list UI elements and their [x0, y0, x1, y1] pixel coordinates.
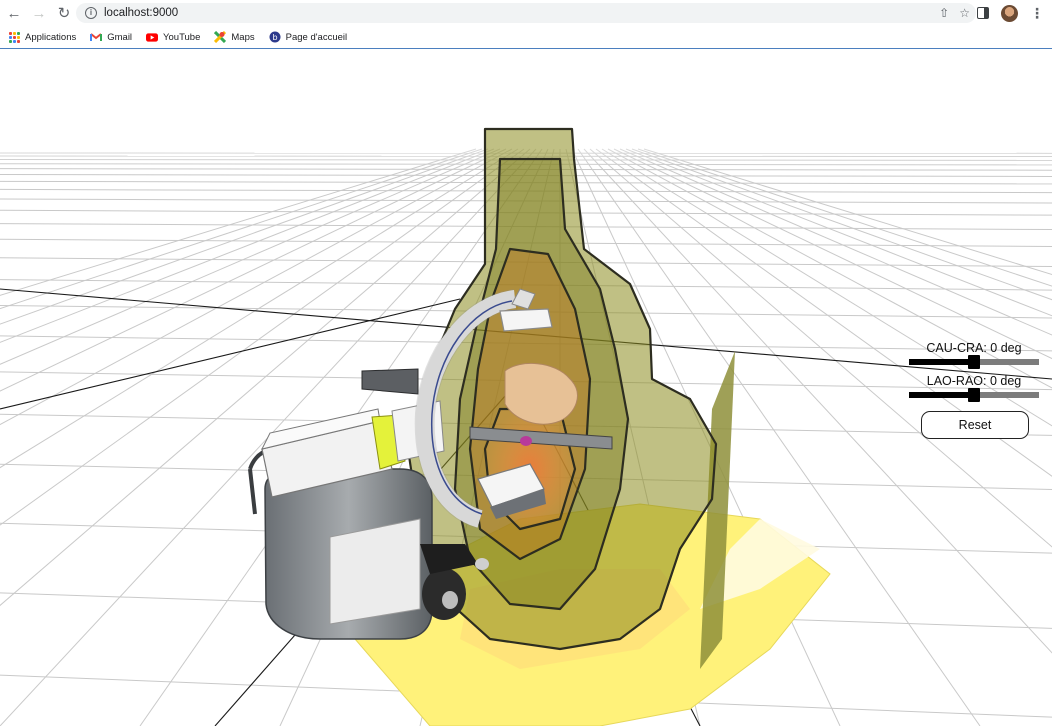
lao-rao-slider[interactable] — [909, 388, 1039, 402]
cau-cra-label: CAU-CRA: 0 deg — [926, 341, 1022, 355]
slider-thumb[interactable] — [968, 355, 980, 369]
bookmark-home-page[interactable]: b Page d'accueil — [269, 31, 348, 43]
bookmark-maps[interactable]: Maps — [214, 31, 255, 43]
svg-text:b: b — [272, 33, 277, 42]
site-info-icon[interactable]: i — [85, 7, 97, 19]
maps-icon — [214, 31, 227, 43]
slider-track-empty — [974, 392, 1039, 398]
scene-canvas[interactable] — [0, 49, 1052, 726]
bookmarks-bar: Applications Gmail YouTube Maps b Page d… — [0, 26, 1052, 49]
gmail-icon — [90, 31, 103, 43]
bookmark-star-icon[interactable]: ☆ — [959, 6, 970, 20]
bookmark-gmail[interactable]: Gmail — [90, 31, 132, 43]
forward-arrow-icon[interactable]: → — [28, 2, 50, 24]
back-arrow-icon[interactable]: ← — [3, 2, 25, 24]
bookmark-label: Maps — [231, 31, 255, 43]
bookmark-applications[interactable]: Applications — [8, 31, 76, 43]
bookmark-youtube[interactable]: YouTube — [146, 31, 200, 43]
share-icon[interactable]: ⇧ — [939, 6, 949, 20]
bookmark-label: YouTube — [163, 31, 201, 43]
side-panel-icon[interactable] — [977, 7, 989, 19]
reload-icon[interactable]: ↻ — [53, 2, 75, 24]
bookmark-label: Page d'accueil — [285, 31, 348, 43]
bookmark-label: Applications — [25, 31, 77, 43]
address-bar[interactable]: i localhost:9000 ⇧ ☆ — [76, 3, 976, 23]
youtube-icon — [146, 31, 159, 43]
browser-toolbar: ← → ↻ i localhost:9000 ⇧ ☆ ⋮ — [0, 0, 1052, 26]
3d-viewport[interactable]: CAU-CRA: 0 deg LAO-RAO: 0 deg Reset — [0, 49, 1052, 726]
reset-button[interactable]: Reset — [921, 411, 1029, 439]
profile-avatar[interactable] — [1001, 4, 1018, 22]
browser-menu-icon[interactable]: ⋮ — [1030, 6, 1044, 20]
view-controls: CAU-CRA: 0 deg LAO-RAO: 0 deg Reset — [906, 341, 1042, 439]
apps-grid-icon — [8, 31, 20, 43]
slider-track-filled — [909, 392, 974, 398]
slider-thumb[interactable] — [968, 388, 980, 402]
cau-cra-slider[interactable] — [909, 355, 1039, 369]
home-page-icon: b — [269, 31, 281, 43]
target-marker — [520, 436, 532, 446]
lao-rao-label: LAO-RAO: 0 deg — [926, 374, 1022, 388]
slider-track-filled — [909, 359, 974, 365]
bookmark-label: Gmail — [107, 31, 133, 43]
url-text: localhost:9000 — [104, 7, 179, 19]
slider-track-empty — [974, 359, 1039, 365]
